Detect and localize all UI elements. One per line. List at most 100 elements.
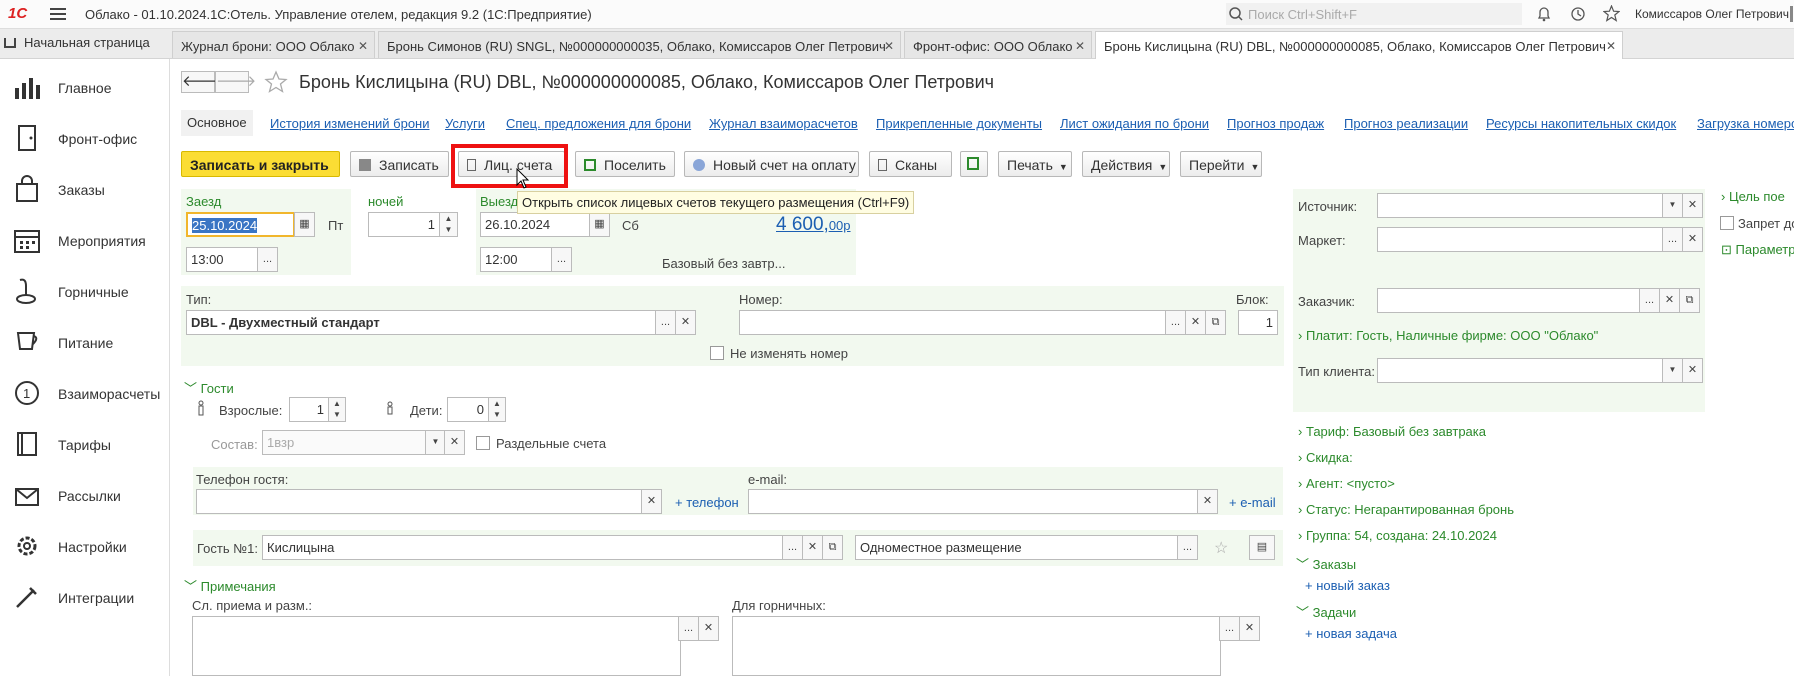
nights-input[interactable]: 1	[368, 212, 440, 237]
add-email-link[interactable]: + e-mail	[1229, 495, 1276, 510]
children-stepper[interactable]: ▲ ▼	[488, 397, 506, 422]
sidebar-item-food[interactable]: Питание	[0, 318, 170, 368]
sidebar-item-mailings[interactable]: Рассылки	[0, 471, 170, 521]
clear-icon[interactable]: ✕	[1197, 489, 1218, 514]
bell-icon[interactable]	[1536, 6, 1552, 22]
guest1-name-input[interactable]: Кислицына	[262, 535, 783, 560]
new-task-link[interactable]: + новая задача	[1305, 626, 1397, 641]
select-button[interactable]: ...	[1165, 310, 1186, 335]
sidebar-item-settlements[interactable]: 1 Взаиморасчеты	[0, 369, 170, 419]
parameters-link[interactable]: ⊡ Параметр	[1721, 242, 1794, 258]
tab-home[interactable]: Начальная страница	[4, 35, 150, 50]
add-phone-link[interactable]: + телефон	[675, 495, 739, 510]
room-number-input[interactable]	[739, 310, 1166, 335]
close-icon[interactable]: ✕	[358, 39, 368, 53]
maids-notes-input[interactable]	[732, 616, 1221, 676]
ban-checkbox[interactable]	[1720, 216, 1734, 230]
time-select-button[interactable]: ...	[257, 247, 278, 272]
select-button[interactable]: ...	[678, 616, 699, 641]
reception-notes-input[interactable]	[192, 616, 681, 676]
sidebar-item-front-office[interactable]: Фронт-офис	[0, 114, 170, 164]
card-icon[interactable]: ▤	[1249, 535, 1275, 560]
main-menu-icon[interactable]	[50, 8, 66, 20]
sidebar-item-main[interactable]: Главное	[0, 63, 170, 113]
user-name[interactable]: Комиссаров Олег Петрович	[1635, 7, 1789, 21]
open-icon[interactable]: ⧉	[1679, 288, 1700, 313]
clear-icon[interactable]: ✕	[802, 535, 823, 560]
checkout-date-input[interactable]: 26.10.2024	[480, 212, 590, 237]
subtab-sales-forecast[interactable]: Прогноз продаж	[1227, 116, 1324, 131]
status-toggle[interactable]: › Статус: Негарантированная бронь	[1298, 502, 1514, 517]
checkin-date-input[interactable]: 25.10.2024	[186, 212, 295, 237]
tab-booking-kislitsyna[interactable]: Бронь Кислицына (RU) DBL, №000000000085,…	[1095, 31, 1623, 59]
new-order-link[interactable]: + новый заказ	[1305, 578, 1390, 593]
purpose-toggle[interactable]: › Цель пое	[1721, 189, 1794, 204]
clear-icon[interactable]: ✕	[1659, 288, 1680, 313]
clear-icon[interactable]: ✕	[1185, 310, 1206, 335]
new-invoice-button[interactable]: Новый счет на оплату	[684, 151, 859, 177]
scans-button[interactable]: Сканы	[869, 151, 952, 177]
clear-icon[interactable]: ✕	[1682, 193, 1703, 218]
agent-toggle[interactable]: › Агент: <пусто>	[1298, 476, 1395, 491]
star-icon[interactable]	[1603, 5, 1620, 22]
sidebar-item-events[interactable]: Мероприятия	[0, 216, 170, 266]
notes-section-toggle[interactable]: ﹀ Примечания	[184, 576, 276, 595]
price-link[interactable]: 4 600,00р	[776, 214, 851, 236]
tab-booking-journal[interactable]: Журнал брони: ООО Облако ✕	[172, 31, 375, 58]
subtab-history[interactable]: История изменений брони	[270, 116, 430, 131]
history-icon[interactable]	[1570, 6, 1586, 22]
separate-accounts-checkbox[interactable]	[476, 436, 490, 450]
tab-booking-simonov[interactable]: Бронь Симонов (RU) SNGL, №000000000035, …	[378, 31, 901, 58]
nights-stepper[interactable]: ▲ ▼	[439, 212, 458, 237]
sidebar-item-orders[interactable]: Заказы	[0, 165, 170, 215]
nav-forward-button[interactable]: 🡒	[215, 71, 256, 93]
customer-input[interactable]	[1377, 288, 1640, 313]
select-button[interactable]: ...	[782, 535, 803, 560]
nav-back-button[interactable]: 🡐	[181, 71, 222, 93]
close-icon[interactable]: ✕	[1606, 39, 1616, 53]
block-input[interactable]: 1	[1238, 310, 1278, 335]
adults-input[interactable]: 1	[289, 397, 329, 422]
select-button[interactable]: ...	[1177, 535, 1198, 560]
client-type-input[interactable]	[1377, 358, 1664, 383]
checkout-time-input[interactable]: 12:00	[480, 247, 552, 272]
subtab-main[interactable]: Основное	[181, 110, 253, 136]
more-icon[interactable]	[1790, 6, 1793, 22]
print-button[interactable]: Печать ▼	[998, 151, 1072, 177]
clear-icon[interactable]: ✕	[698, 616, 719, 641]
tasks-section-toggle[interactable]: ﹀ Задачи	[1296, 602, 1356, 621]
discount-toggle[interactable]: › Скидка:	[1298, 450, 1353, 465]
sidebar-item-settings[interactable]: Настройки	[0, 522, 170, 572]
source-input[interactable]	[1377, 193, 1664, 218]
group-toggle[interactable]: › Группа: 54, создана: 24.10.2024	[1298, 528, 1497, 543]
sidebar-item-integrations[interactable]: Интеграции	[0, 573, 170, 623]
global-search[interactable]: Поиск Ctrl+Shift+F	[1226, 3, 1522, 25]
room-type-input[interactable]: DBL - Двухместный стандарт	[186, 310, 656, 335]
save-button[interactable]: Записать	[350, 151, 449, 177]
clear-icon[interactable]: ✕	[675, 310, 696, 335]
clear-icon[interactable]: ✕	[1239, 616, 1260, 641]
composition-input[interactable]: 1взр	[262, 430, 427, 455]
clear-icon[interactable]: ✕	[1682, 227, 1703, 252]
subtab-services[interactable]: Услуги	[445, 116, 485, 131]
star-icon[interactable]: ☆	[1214, 538, 1228, 558]
select-button[interactable]: ...	[1219, 616, 1240, 641]
sidebar-item-maids[interactable]: Горничные	[0, 267, 170, 317]
subtab-discount-resources[interactable]: Ресурсы накопительных скидок	[1486, 116, 1676, 131]
time-select-button[interactable]: ...	[551, 247, 572, 272]
app-logo[interactable]: 1С	[8, 5, 27, 22]
open-icon[interactable]: ⧉	[1205, 310, 1226, 335]
dropdown-arrow-icon[interactable]: ▼	[425, 430, 446, 455]
tab-front-office[interactable]: Фронт-офис: ООО Облако ✕	[904, 31, 1092, 58]
clear-icon[interactable]: ✕	[1682, 358, 1703, 383]
subtab-room-load[interactable]: Загрузка номеро	[1697, 116, 1794, 131]
subtab-documents[interactable]: Прикрепленные документы	[876, 116, 1042, 131]
payer-toggle[interactable]: › Платит: Гость, Наличные фирме: ООО "Об…	[1298, 328, 1598, 343]
keep-room-checkbox[interactable]	[710, 346, 724, 360]
market-input[interactable]	[1377, 227, 1664, 252]
settle-button[interactable]: Поселить	[575, 151, 675, 177]
clear-icon[interactable]: ✕	[444, 430, 465, 455]
tariff-toggle[interactable]: › Тариф: Базовый без завтрака	[1298, 424, 1486, 439]
calendar-icon[interactable]: ▦	[294, 212, 315, 237]
subtab-waitlist[interactable]: Лист ожидания по брони	[1060, 116, 1209, 131]
